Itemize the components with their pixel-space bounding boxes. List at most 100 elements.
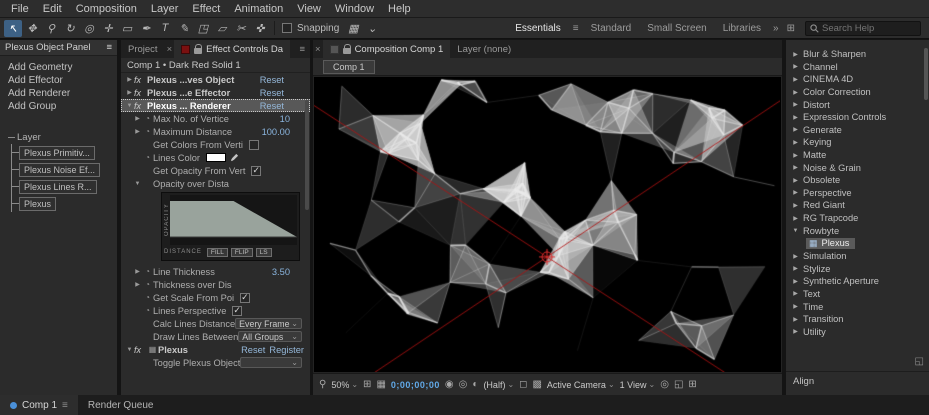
param-calc-lines-distance[interactable]: Calc Lines Distance Every Frame ⌄ (121, 317, 310, 330)
panel-menu-icon[interactable]: ≡ (106, 42, 112, 53)
snapping-options-icon[interactable]: ▦ (344, 20, 362, 37)
menu-help[interactable]: Help (381, 3, 418, 15)
category-keying[interactable]: ▶Keying (786, 136, 929, 149)
param-get-colors[interactable]: Get Colors From Verti (121, 138, 310, 151)
param-max-vertices[interactable]: ▶ ◔ Max No. of Vertice 10 (121, 112, 310, 125)
category-rowbyte[interactable]: ▼Rowbyte (786, 224, 929, 237)
tree-item-noise-effector[interactable]: Plexus Noise Ef... (12, 161, 117, 178)
add-renderer-button[interactable]: Add Renderer (8, 88, 109, 101)
plexus-render-canvas[interactable] (314, 77, 780, 372)
view-layout-dropdown[interactable]: 1 View ⌄ (620, 380, 656, 390)
ls-button[interactable]: LS (256, 248, 272, 257)
category-cinema-4d[interactable]: ▶CINEMA 4D (786, 73, 929, 86)
close-icon[interactable]: × (165, 44, 175, 55)
transparency-grid-icon[interactable]: ▩ (532, 379, 541, 390)
roto-brush-tool-button[interactable]: ✂ (232, 20, 250, 37)
menu-effect[interactable]: Effect (185, 3, 227, 15)
menu-view[interactable]: View (290, 3, 328, 15)
opacity-over-distance-graph[interactable]: OPACITY DISTANCE FILL FLIP LS (161, 192, 300, 261)
help-search[interactable] (805, 21, 921, 36)
lines-color-swatch[interactable] (206, 153, 226, 162)
category-noise-grain[interactable]: ▶Noise & Grain (786, 161, 929, 174)
param-toggle-plexus-object[interactable]: Toggle Plexus Object ⌄ (121, 356, 310, 369)
tab-effect-controls[interactable]: Effect Controls Da (174, 40, 290, 58)
panel-menu-icon[interactable]: ≡ (294, 44, 310, 55)
effect-row-lines-renderer[interactable]: ▼ fx Plexus ... Renderer Reset (121, 99, 310, 112)
fast-previews-icon[interactable]: ◱ (674, 379, 683, 390)
category-generate[interactable]: ▶Generate (786, 124, 929, 137)
param-max-distance[interactable]: ▶ ◔ Maximum Distance 100.00 (121, 125, 310, 138)
param-draw-lines-between[interactable]: Draw Lines Between All Groups ⌄ (121, 330, 310, 343)
param-get-scale[interactable]: ◔ Get Scale From Poi (121, 291, 310, 304)
reset-link[interactable]: Reset (260, 75, 284, 85)
stopwatch-icon[interactable]: ◔ (142, 267, 153, 276)
flip-button[interactable]: FLIP (231, 248, 253, 257)
param-opacity-over-distance[interactable]: ▼ Opacity over Dista (121, 177, 310, 190)
menu-edit[interactable]: Edit (36, 3, 69, 15)
menu-window[interactable]: Window (328, 3, 381, 15)
align-panel-header[interactable]: Align (786, 371, 929, 387)
region-of-interest-icon[interactable]: ◻ (519, 379, 527, 390)
snapping-menu-icon[interactable]: ⌄ (363, 20, 381, 37)
shape-tool-button[interactable]: ▭ (118, 20, 136, 37)
get-scale-checkbox[interactable] (240, 293, 250, 303)
brush-tool-button[interactable]: ✎ (175, 20, 193, 37)
effect-row-plexus[interactable]: ▼ fx ▦ Plexus Reset Register (121, 343, 310, 356)
max-distance-value[interactable]: 100.00 (262, 127, 290, 137)
tree-item-primitives[interactable]: Plexus Primitiv... (12, 144, 117, 161)
type-tool-button[interactable]: T (156, 20, 174, 37)
panel-resize-icon[interactable]: ◱ (915, 356, 924, 367)
workspace-standard[interactable]: Standard (583, 23, 640, 34)
tree-item-plexus[interactable]: Plexus (12, 195, 117, 212)
snapshot-camera-icon[interactable]: ◉ (445, 379, 454, 390)
toggle-plexus-dropdown[interactable]: ⌄ (240, 357, 302, 368)
workspace-overflow-icon[interactable]: » (769, 23, 783, 34)
category-time[interactable]: ▶Time (786, 300, 929, 313)
fill-button[interactable]: FILL (207, 248, 228, 257)
category-text[interactable]: ▶Text (786, 288, 929, 301)
workspace-switcher-icon[interactable]: ⊞ (783, 23, 799, 34)
camera-tool-button[interactable]: ◎ (80, 20, 98, 37)
composition-viewport[interactable] (314, 77, 781, 372)
category-red-giant[interactable]: ▶Red Giant (786, 199, 929, 212)
calc-lines-distance-dropdown[interactable]: Every Frame ⌄ (235, 318, 302, 329)
eraser-tool-button[interactable]: ▱ (213, 20, 231, 37)
category-rg-trapcode[interactable]: ▶RG Trapcode (786, 212, 929, 225)
get-opacity-checkbox[interactable] (251, 166, 261, 176)
magnifier-icon[interactable]: ⚲ (319, 379, 326, 390)
show-channel-icon[interactable]: ◐ (472, 379, 478, 390)
menu-file[interactable]: File (4, 3, 36, 15)
pen-tool-button[interactable]: ✒ (137, 20, 155, 37)
param-lines-perspective[interactable]: ◔ Lines Perspective (121, 304, 310, 317)
stopwatch-icon[interactable]: ◔ (142, 293, 153, 302)
stopwatch-icon[interactable]: ◔ (142, 306, 153, 315)
current-time[interactable]: 0;00;00;00 (391, 380, 440, 390)
workspace-menu-icon[interactable]: ≡ (569, 23, 583, 34)
bottom-tab-render-queue[interactable]: Render Queue (78, 395, 164, 415)
param-get-opacity[interactable]: Get Opacity From Vert (121, 164, 310, 177)
tab-layer[interactable]: Layer (none) (450, 40, 518, 58)
pixel-aspect-icon[interactable]: ◎ (660, 379, 669, 390)
category-utility[interactable]: ▶Utility (786, 325, 929, 338)
category-simulation[interactable]: ▶Simulation (786, 250, 929, 263)
category-synthetic-aperture[interactable]: ▶Synthetic Aperture (786, 275, 929, 288)
search-input[interactable] (822, 23, 912, 34)
menu-animation[interactable]: Animation (227, 3, 290, 15)
effects-presets-scrollbar[interactable] (924, 48, 928, 100)
stopwatch-icon[interactable]: ◔ (142, 114, 153, 123)
effect-row-noise-effector[interactable]: ▶ fx Plexus ...e Effector Reset (121, 86, 310, 99)
selection-tool-button[interactable]: ↖ (4, 20, 22, 37)
menu-composition[interactable]: Composition (69, 3, 144, 15)
tab-project[interactable]: Project (121, 40, 165, 58)
param-thickness-over-distance[interactable]: ▶ ◔ Thickness over Dis (121, 278, 310, 291)
workspace-essentials[interactable]: Essentials (507, 23, 569, 34)
reset-link[interactable]: Reset (260, 101, 284, 111)
grid-icon[interactable]: ▦ (376, 379, 385, 390)
close-icon[interactable]: × (313, 44, 323, 55)
category-color-correction[interactable]: ▶Color Correction (786, 86, 929, 99)
category-matte[interactable]: ▶Matte (786, 149, 929, 162)
category-expression-controls[interactable]: ▶Expression Controls (786, 111, 929, 124)
comp-1-subtab[interactable]: Comp 1 (323, 60, 375, 74)
pan-behind-tool-button[interactable]: ✛ (99, 20, 117, 37)
stopwatch-icon[interactable]: ◔ (142, 280, 153, 289)
